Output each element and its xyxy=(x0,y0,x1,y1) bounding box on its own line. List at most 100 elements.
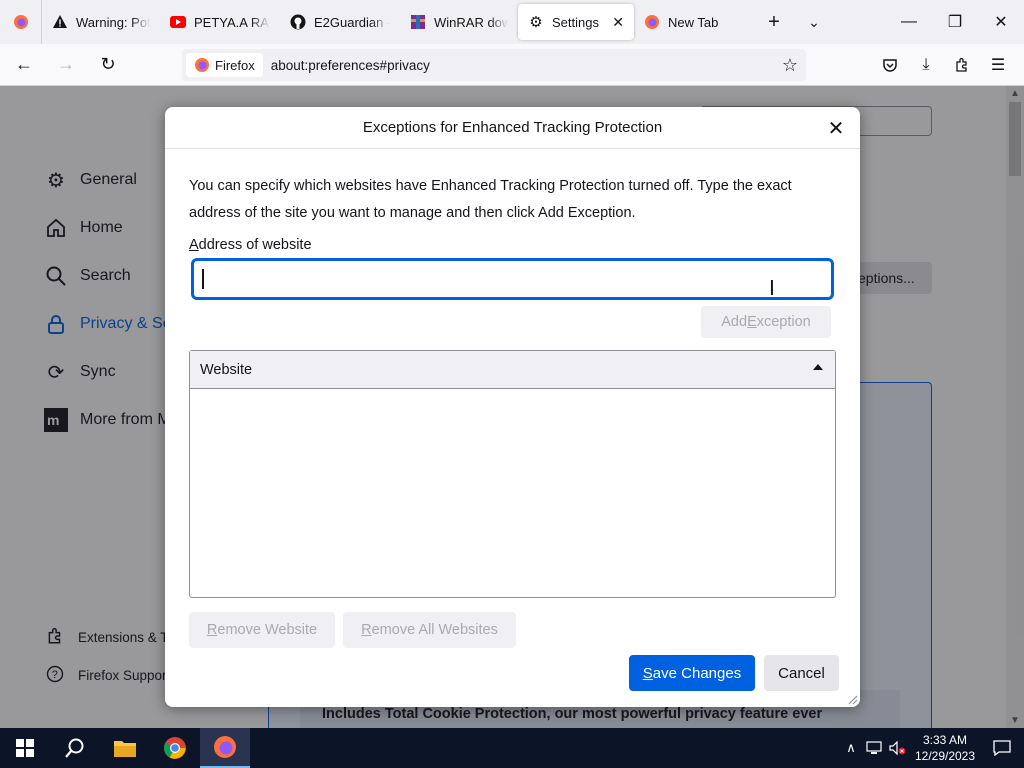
nav-bar: ← → ↻ Firefox about:preferences#privacy … xyxy=(0,44,1024,86)
download-icon[interactable]: ⤓ xyxy=(908,56,944,74)
github-icon xyxy=(290,14,306,30)
arrow-right-icon: → xyxy=(57,54,75,74)
firefox-icon xyxy=(214,736,236,758)
column-header-website[interactable]: Website xyxy=(190,351,835,389)
taskbar-search-button[interactable] xyxy=(50,728,100,768)
access-key: R xyxy=(361,622,372,638)
reload-button[interactable]: ↻ xyxy=(90,49,126,81)
resize-grip-icon[interactable] xyxy=(846,693,858,705)
tab-new-tab[interactable]: New Tab xyxy=(634,4,754,40)
firefox-icon xyxy=(644,14,660,30)
access-key: S xyxy=(642,664,653,682)
button-label: ave Changes xyxy=(652,664,742,682)
system-tray: ∧ 3:33 AM 12/29/2023 xyxy=(840,728,1024,768)
button-label: emove Website xyxy=(217,622,318,638)
network-icon[interactable] xyxy=(862,741,886,755)
tab-winrar[interactable]: WinRAR down xyxy=(400,4,518,40)
address-label: Address of website xyxy=(189,237,312,253)
tab-settings[interactable]: ⚙ Settings ✕ xyxy=(518,4,634,40)
chrome-button[interactable] xyxy=(150,728,200,768)
label-text: ddress of website xyxy=(198,237,312,253)
start-button[interactable] xyxy=(0,728,50,768)
search-icon xyxy=(65,738,84,758)
minimize-icon: — xyxy=(901,13,917,30)
tab-label: New Tab xyxy=(668,14,719,30)
firefox-taskbar-button[interactable] xyxy=(200,728,250,768)
cancel-button[interactable]: Cancel xyxy=(764,655,839,691)
close-window-button[interactable]: ✕ xyxy=(978,0,1024,44)
close-icon: ✕ xyxy=(994,14,1008,31)
back-button[interactable]: ← xyxy=(6,49,42,81)
add-exception-button[interactable]: Add Exception xyxy=(701,306,831,338)
button-label: emove All Websites xyxy=(371,622,498,638)
winrar-icon xyxy=(410,14,426,30)
firefox-icon xyxy=(195,58,209,72)
new-tab-button[interactable]: + xyxy=(754,4,794,40)
dialog-close-icon[interactable]: ✕ xyxy=(824,116,848,140)
sort-ascending-icon xyxy=(813,364,823,370)
tab-label: Settings xyxy=(552,14,599,30)
dialog-description: You can specify which websites have Enha… xyxy=(189,178,792,221)
button-label: xception xyxy=(756,314,811,330)
clock[interactable]: 3:33 AM 12/29/2023 xyxy=(910,732,980,764)
firefox-icon xyxy=(13,15,28,29)
remove-website-button[interactable]: Remove Website xyxy=(189,612,335,648)
table-body[interactable] xyxy=(190,389,835,597)
restore-button[interactable]: ❐ xyxy=(932,0,978,44)
remove-all-websites-button[interactable]: Remove All Websites xyxy=(343,612,516,648)
tab-label: E2Guardian - A xyxy=(314,14,390,30)
firefox-view-button[interactable] xyxy=(0,0,42,44)
reload-icon: ↻ xyxy=(100,54,116,74)
tab-e2guardian[interactable]: E2Guardian - A xyxy=(280,4,400,40)
chrome-icon xyxy=(164,737,186,759)
dialog-title: Exceptions for Enhanced Tracking Protect… xyxy=(362,119,663,136)
restore-icon: ❐ xyxy=(947,14,963,31)
pocket-icon[interactable] xyxy=(872,57,908,73)
identity-label: Firefox xyxy=(215,57,255,73)
button-label: Cancel xyxy=(778,664,825,682)
access-key: E xyxy=(747,314,757,330)
notifications-icon[interactable] xyxy=(980,740,1024,756)
access-key: R xyxy=(206,622,218,638)
ibeam-cursor-icon: I xyxy=(769,276,775,300)
clock-date: 12/29/2023 xyxy=(914,749,976,763)
clock-time: 3:33 AM xyxy=(922,733,968,747)
minimize-button[interactable]: — xyxy=(886,0,932,44)
file-explorer-button[interactable] xyxy=(100,728,150,768)
extensions-icon[interactable] xyxy=(944,57,980,73)
access-key: A xyxy=(189,237,199,253)
youtube-icon xyxy=(170,14,186,30)
start-icon xyxy=(16,739,34,757)
column-label: Website xyxy=(200,361,253,378)
url-text[interactable]: about:preferences#privacy xyxy=(271,58,430,73)
taskbar: ∧ 3:33 AM 12/29/2023 xyxy=(0,728,1024,768)
tab-strip: Warning: Pote PETYA.A RANS E2Guardian - … xyxy=(0,0,1024,44)
plus-icon: + xyxy=(768,10,780,33)
arrow-left-icon: ← xyxy=(15,54,33,74)
forward-button[interactable]: → xyxy=(48,49,84,81)
chevron-down-icon: ⌄ xyxy=(808,13,820,30)
tab-label: WinRAR down xyxy=(434,14,508,30)
website-address-input[interactable] xyxy=(192,259,833,299)
file-explorer-icon xyxy=(114,741,136,757)
show-hidden-icons-icon[interactable]: ∧ xyxy=(840,740,862,756)
tab-label: Warning: Pote xyxy=(76,14,150,30)
button-label: Add xyxy=(721,314,748,330)
tab-label: PETYA.A RANS xyxy=(194,14,270,30)
warning-icon xyxy=(52,14,68,30)
tab-warning[interactable]: Warning: Pote xyxy=(42,4,160,40)
exceptions-dialog: Exceptions for Enhanced Tracking Protect… xyxy=(165,107,860,707)
identity-box[interactable]: Firefox xyxy=(186,53,263,77)
close-tab-icon[interactable]: ✕ xyxy=(612,14,624,31)
menu-icon[interactable]: ☰ xyxy=(980,55,1016,75)
dialog-header: Exceptions for Enhanced Tracking Protect… xyxy=(165,107,860,149)
volume-muted-icon[interactable] xyxy=(886,741,910,755)
gear-icon: ⚙ xyxy=(529,14,543,31)
websites-table: Website xyxy=(189,350,836,598)
save-changes-button[interactable]: Save Changes xyxy=(629,655,755,691)
url-bar[interactable]: Firefox about:preferences#privacy ☆ xyxy=(182,49,806,81)
tab-petya[interactable]: PETYA.A RANS xyxy=(160,4,280,40)
list-all-tabs-button[interactable]: ⌄ xyxy=(794,4,834,40)
bookmark-star-icon[interactable]: ☆ xyxy=(782,55,798,76)
text-caret xyxy=(202,269,204,289)
